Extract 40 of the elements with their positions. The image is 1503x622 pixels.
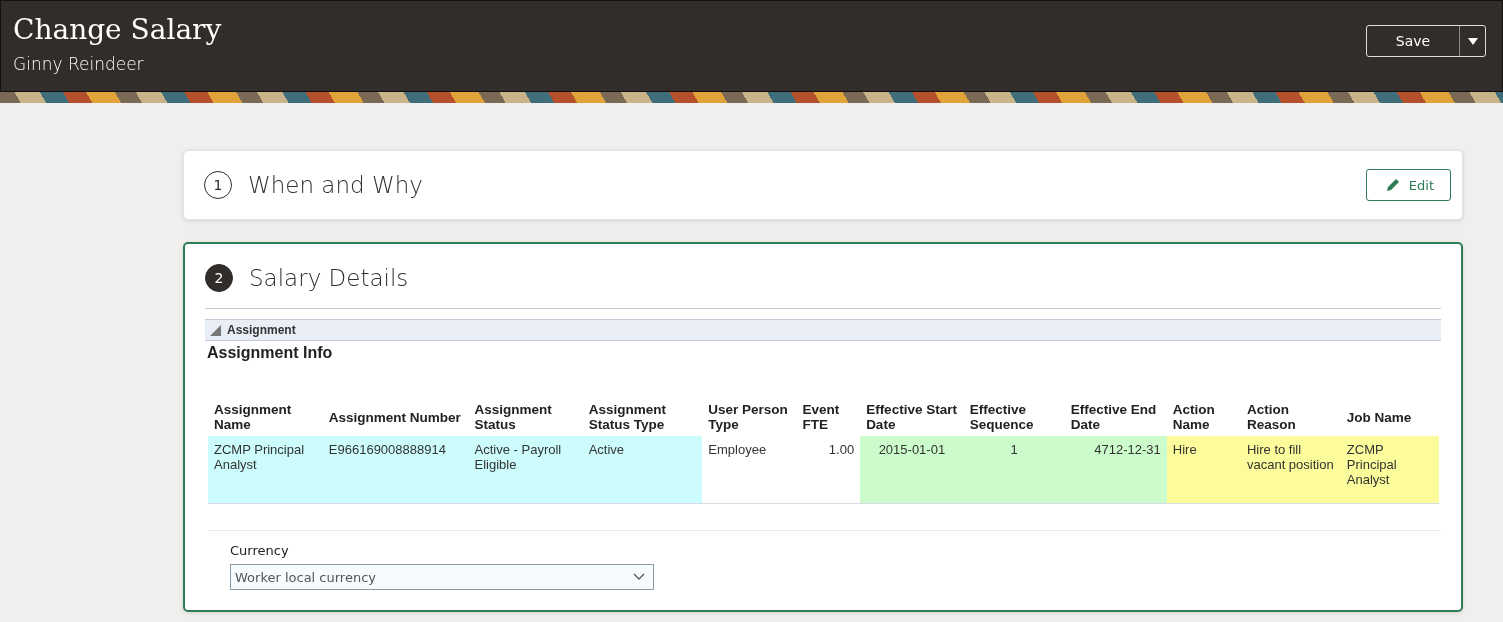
column-header: User Person Type (702, 402, 797, 436)
currency-label: Currency (230, 543, 290, 558)
column-header: Action Reason (1240, 402, 1341, 436)
section-label: Assignment (227, 323, 296, 337)
table-cell: E966169008888914 (322, 436, 469, 504)
table-cell: 4712-12-31 (1064, 436, 1167, 504)
column-header: Assignment Status Type (582, 402, 703, 436)
save-button[interactable]: Save (1367, 26, 1459, 56)
column-header: Effective Sequence (963, 402, 1065, 436)
column-header: Action Name (1166, 402, 1241, 436)
table-cell: 1.00 (796, 436, 861, 504)
column-header: Assignment Name (208, 402, 323, 436)
column-header: Assignment Status (468, 402, 583, 436)
pencil-icon (1384, 177, 1401, 193)
table-cell: ZCMP Principal Analyst (1340, 436, 1439, 504)
step-title: When and Why (248, 172, 424, 198)
step-number: 2 (205, 264, 233, 292)
column-header: Effective End Date (1064, 402, 1167, 436)
table-cell: Hire (1166, 436, 1241, 504)
column-header: Job Name (1340, 402, 1439, 436)
chevron-down-icon (633, 573, 645, 581)
caret-icon (1467, 37, 1478, 45)
table-cell: Active - Payroll Eligible (468, 436, 583, 504)
page-title: Change Salary (13, 13, 222, 46)
section-header[interactable]: Assignment (205, 319, 1441, 341)
table-cell: Hire to fill vacant position (1240, 436, 1341, 504)
table-cell: Active (582, 436, 703, 504)
column-header: Assignment Number (322, 402, 469, 436)
section-heading: Assignment Info (207, 344, 334, 362)
column-header: Effective Start Date (860, 402, 964, 436)
table-cell: 2015-01-01 (860, 436, 964, 504)
column-header: Event FTE (796, 402, 861, 436)
table-cell: 1 (963, 436, 1065, 504)
table-cell: Employee (702, 436, 797, 504)
edit-button[interactable]: Edit (1365, 169, 1451, 201)
person-name: Ginny Reindeer (13, 54, 145, 74)
step-number: 1 (204, 171, 232, 199)
currency-select[interactable]: Worker local currency (230, 564, 654, 590)
step-title: Salary Details (249, 265, 410, 291)
table-cell: ZCMP Principal Analyst (208, 436, 323, 504)
